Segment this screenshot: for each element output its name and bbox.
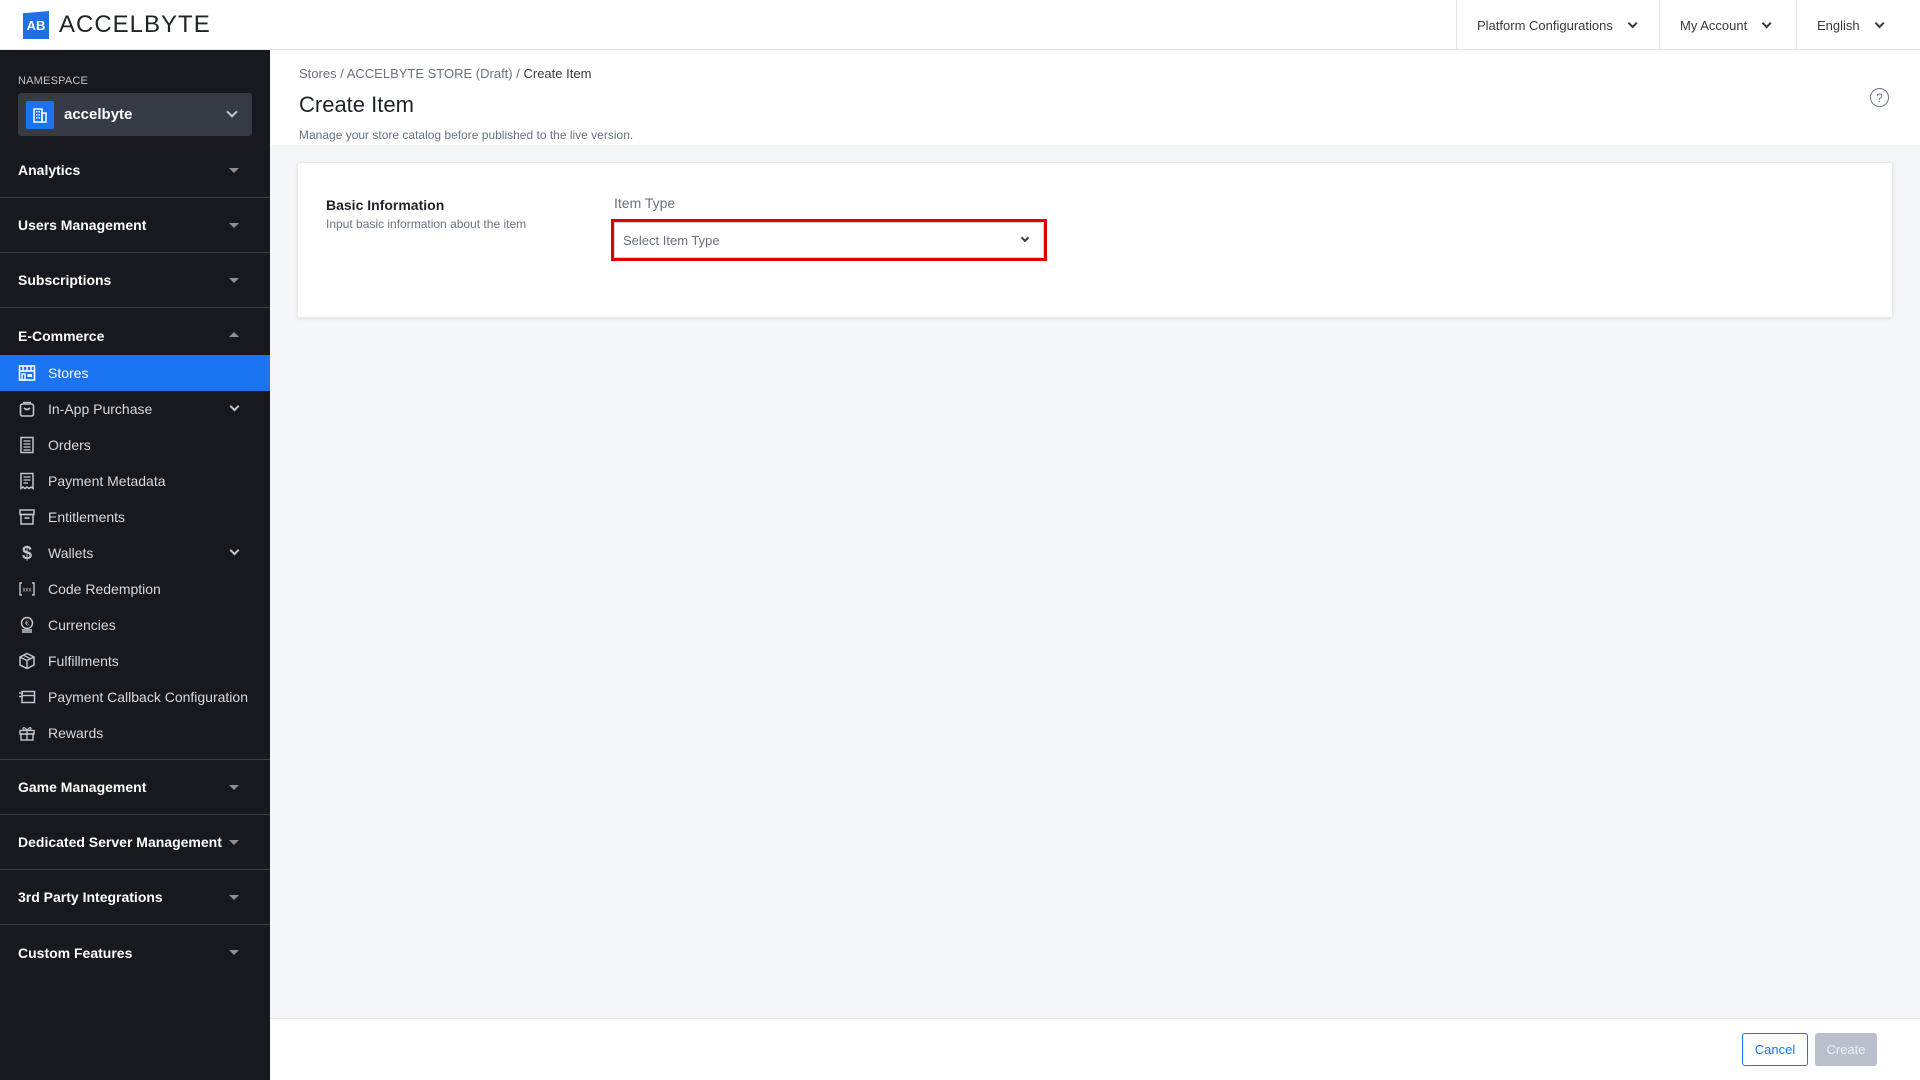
svg-text:€: € [25,621,29,628]
section-label: Users Management [18,217,147,233]
section-label: Dedicated Server Management [18,834,222,850]
sidebar-item-label: Fulfillments [48,653,119,669]
store-icon [18,364,36,382]
chevron-down-icon [1627,17,1638,28]
sidebar-item-in-app-purchase[interactable]: In-App Purchase [0,391,270,427]
sidebar-item-label: Orders [48,437,91,453]
caret-down-icon [229,895,239,900]
receipt-icon [18,436,36,454]
coin-stack-icon: € [18,616,36,634]
sidebar-item-label: In-App Purchase [48,401,153,417]
sidebar-item-label: Rewards [48,725,104,741]
item-type-select[interactable]: Select Item Type [614,222,1044,258]
caret-down-icon [229,278,239,283]
chevron-down-icon [229,401,240,412]
caret-down-icon [229,840,239,845]
item-type-placeholder: Select Item Type [623,232,720,248]
namespace-label: NAMESPACE [18,75,89,87]
language-label: English [1817,17,1860,33]
cancel-button[interactable]: Cancel [1742,1033,1808,1066]
code-brackets-icon: xxx [18,580,36,598]
item-type-highlight: Select Item Type [611,219,1047,261]
basic-information-card: Basic Information Input basic informatio… [297,162,1893,318]
sidebar-section-3rd-party-integrations[interactable]: 3rd Party Integrations [0,870,270,925]
building-icon [26,100,54,129]
action-bar: Cancel Create [270,1018,1920,1080]
card-callback-icon [18,688,36,706]
sidebar-item-label: Currencies [48,617,116,633]
gift-icon [18,724,36,742]
create-button[interactable]: Create [1815,1033,1877,1066]
chevron-down-icon [1874,17,1885,28]
section-label: Custom Features [18,944,133,961]
caret-down-icon [229,223,239,228]
sidebar-item-orders[interactable]: Orders [0,427,270,463]
section-label: Analytics [18,162,81,178]
top-header: AB ACCELBYTE Platform Configurations My … [0,0,1920,50]
sidebar-item-label: Stores [48,365,89,381]
top-menus: Platform Configurations My Account Engli… [1456,0,1920,50]
page-header: Stores / ACCELBYTE STORE (Draft) / Creat… [270,50,1920,145]
sidebar-item-label: Payment Callback Configuration [48,689,248,705]
namespace-select[interactable]: accelbyte [18,93,252,136]
sidebar: NAMESPACE accelbyte Analytics Users Mana… [0,50,270,1080]
caret-up-icon [229,332,239,337]
caret-down-icon [229,950,239,955]
page-title: Create Item [299,92,414,117]
breadcrumb-current: Create Item [523,66,592,81]
sidebar-item-label: Wallets [48,545,94,561]
section-label: Game Management [18,779,147,795]
cube-icon [18,652,36,670]
chevron-down-icon [1761,17,1772,28]
sidebar-item-payment-metadata[interactable]: Payment Metadata [0,463,270,499]
breadcrumb-stores[interactable]: Stores [299,66,337,81]
my-account-menu[interactable]: My Account [1659,0,1796,50]
help-icon[interactable]: ? [1870,88,1889,107]
sidebar-item-label: Code Redemption [48,581,161,597]
sidebar-item-code-redemption[interactable]: xxx Code Redemption [0,571,270,607]
sidebar-item-label: Payment Metadata [48,473,166,489]
my-account-label: My Account [1680,17,1748,33]
language-menu[interactable]: English [1796,0,1920,50]
archive-box-icon [18,508,36,526]
caret-down-icon [229,785,239,790]
page-subtitle: Manage your store catalog before publish… [299,128,634,142]
platform-configurations-menu[interactable]: Platform Configurations [1456,0,1659,50]
platform-configurations-label: Platform Configurations [1477,17,1613,33]
breadcrumb: Stores / ACCELBYTE STORE (Draft) / Creat… [299,66,591,81]
sidebar-item-stores[interactable]: Stores [0,355,270,391]
chevron-down-icon [1020,233,1030,243]
sidebar-item-entitlements[interactable]: Entitlements [0,499,270,535]
breadcrumb-store[interactable]: ACCELBYTE STORE (Draft) [347,66,513,81]
caret-down-icon [229,168,239,173]
sidebar-section-custom-features[interactable]: Custom Features [0,925,270,980]
sidebar-section-game-management[interactable]: Game Management [0,760,270,815]
sidebar-item-fulfillments[interactable]: Fulfillments [0,643,270,679]
sidebar-item-currencies[interactable]: € Currencies [0,607,270,643]
dollar-icon: $ [21,542,32,563]
section-label: 3rd Party Integrations [18,889,163,905]
sidebar-section-analytics[interactable]: Analytics [0,143,270,198]
chevron-down-icon [229,545,240,556]
logo-mark-icon: AB [23,11,49,39]
section-label: E-Commerce [18,327,105,344]
svg-text:xxx: xxx [23,588,32,594]
sidebar-section-dedicated-server-management[interactable]: Dedicated Server Management [0,815,270,870]
section-label: Subscriptions [18,272,112,288]
accelbyte-logo[interactable]: AB ACCELBYTE [23,11,211,39]
sidebar-item-payment-callback-configuration[interactable]: Payment Callback Configuration [0,679,270,715]
sidebar-section-subscriptions[interactable]: Subscriptions [0,253,270,308]
document-icon [18,472,36,490]
logo-text: ACCELBYTE [59,11,211,38]
section-description: Input basic information about the item [326,217,527,231]
sidebar-section-users-management[interactable]: Users Management [0,198,270,253]
namespace-value: accelbyte [64,106,133,123]
sidebar-item-label: Entitlements [48,509,126,525]
shopping-bag-icon [18,400,36,418]
sidebar-item-wallets[interactable]: $ Wallets [0,535,270,571]
sidebar-item-rewards[interactable]: Rewards [0,715,270,751]
section-title: Basic Information [326,197,445,213]
chevron-down-icon [226,106,238,118]
item-type-label: Item Type [614,195,676,211]
